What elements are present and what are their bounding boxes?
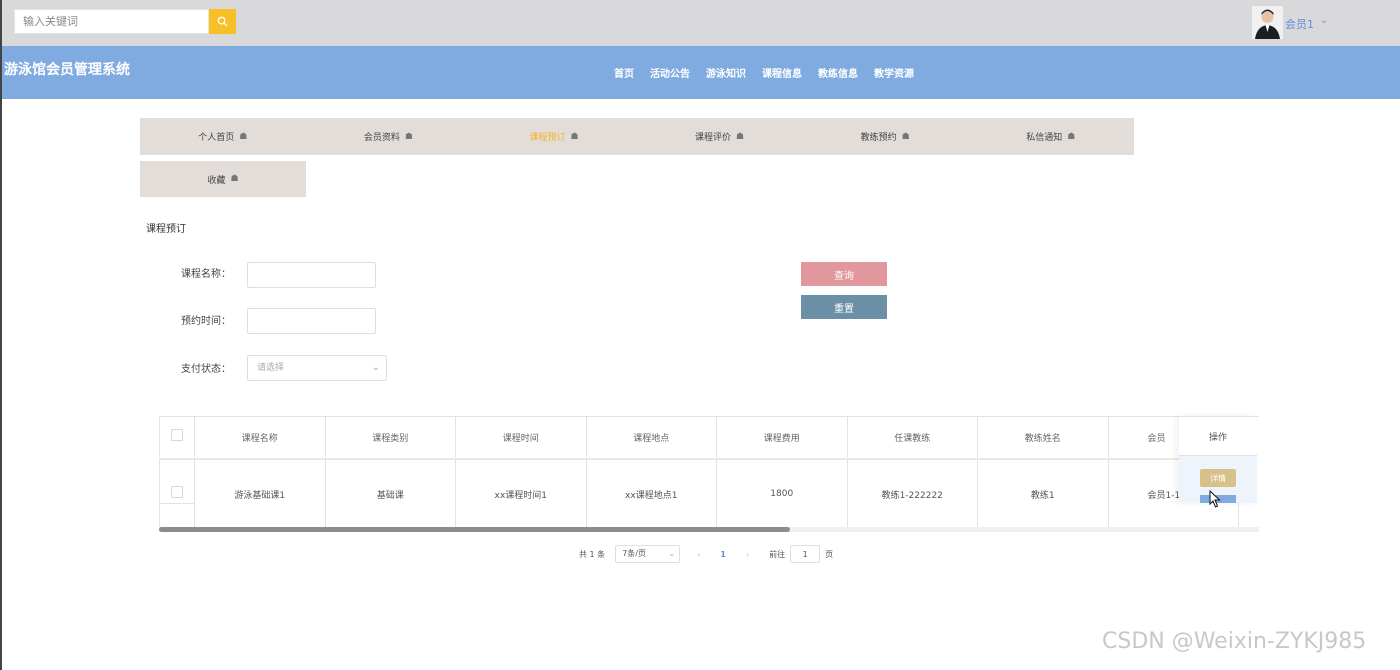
- table-row[interactable]: 游泳基础课1 基础课 xx课程时间1 xx课程地点1 1800 教练1-2222…: [159, 458, 1239, 528]
- chevron-down-icon[interactable]: ⌄: [1320, 15, 1328, 26]
- table-cell: 教练1: [978, 460, 1109, 528]
- column-header: 教练姓名: [978, 417, 1109, 457]
- column-header: 课程名称: [195, 417, 326, 457]
- home-icon: ☗: [239, 131, 248, 142]
- nav-swim-knowledge[interactable]: 游泳知识: [706, 65, 746, 80]
- home-icon: ☗: [1067, 131, 1076, 142]
- home-icon: ☗: [404, 131, 413, 142]
- nav-resources[interactable]: 教学资源: [874, 65, 914, 80]
- page-number[interactable]: 1: [720, 550, 726, 559]
- query-button[interactable]: 查询: [801, 262, 887, 286]
- search-input[interactable]: 输入关键词: [14, 9, 209, 34]
- watermark: CSDN @Weixin-ZYKJ985: [1102, 629, 1367, 654]
- search-button[interactable]: [209, 9, 236, 34]
- tab-label: 课程预订: [529, 133, 566, 143]
- chevron-down-icon: ⌄: [371, 362, 380, 373]
- row-select-cell: [159, 460, 195, 528]
- avatar[interactable]: [1252, 6, 1283, 39]
- page-size-value: 7条/页: [622, 549, 646, 558]
- pay-status-select[interactable]: 请选择 ⌄: [247, 355, 387, 381]
- home-icon: ☗: [736, 131, 745, 142]
- header: 游泳馆会员管理系统 首页 活动公告 游泳知识 课程信息 教练信息 教学资源: [2, 46, 1400, 99]
- reserve-time-input[interactable]: [247, 308, 376, 334]
- tab-coach-booking[interactable]: 教练预约 ☗: [802, 118, 968, 155]
- page-size-select[interactable]: 7条/页 ⌄: [615, 545, 681, 563]
- home-icon: ☗: [901, 131, 910, 142]
- table-cell: xx课程地点1: [587, 460, 717, 528]
- chevron-left-icon[interactable]: ‹: [697, 550, 700, 559]
- search-icon: [217, 16, 228, 27]
- chevron-down-icon: ⌄: [668, 549, 676, 558]
- table-cell: 基础课: [326, 460, 456, 528]
- nav-announcements[interactable]: 活动公告: [650, 65, 690, 80]
- tab-course-review[interactable]: 课程评价 ☗: [637, 118, 803, 155]
- total-count: 共 1 条: [579, 549, 606, 559]
- home-icon: ☗: [230, 174, 239, 184]
- reserve-time-label: 预约时间：: [181, 316, 231, 327]
- tab-messages[interactable]: 私信通知 ☗: [968, 118, 1134, 155]
- column-header: 任课教练: [848, 417, 978, 457]
- select-placeholder: 请选择: [257, 363, 285, 373]
- nav-coaches[interactable]: 教练信息: [818, 65, 858, 80]
- course-name-label: 课程名称：: [181, 269, 231, 280]
- profile-tabs: 个人首页 ☗ 会员资料 ☗ 课程预订 ☗ 课程评价 ☗ 教练预约 ☗ 私信通知 ☗: [140, 118, 1134, 155]
- goto-label: 前往: [769, 549, 786, 559]
- chevron-right-icon[interactable]: ›: [746, 550, 749, 559]
- select-all-checkbox[interactable]: [171, 429, 183, 441]
- table-header: 课程名称 课程类别 课程时间 课程地点 课程费用 任课教练 教练姓名 会员: [159, 417, 1239, 457]
- column-header: 课程费用: [717, 417, 848, 457]
- main-nav: 首页 活动公告 游泳知识 课程信息 教练信息 教学资源: [614, 65, 914, 80]
- site-title: 游泳馆会员管理系统: [4, 62, 130, 78]
- pay-status-label: 支付状态：: [181, 364, 231, 375]
- reset-button[interactable]: 重置: [801, 295, 887, 319]
- top-bar: 输入关键词 会员1 ⌄: [2, 0, 1400, 46]
- column-header: 课程类别: [326, 417, 456, 457]
- table-cell: 游泳基础课1: [195, 460, 326, 528]
- tab-label: 会员资料: [363, 133, 400, 143]
- pagination: 共 1 条 7条/页 ⌄ ‹ 1 › 前往 1 页: [579, 545, 833, 563]
- column-header: 课程地点: [587, 417, 717, 457]
- tab-course-booking[interactable]: 课程预订 ☗: [471, 118, 637, 155]
- course-name-input[interactable]: [247, 262, 376, 288]
- tab-favorites[interactable]: 收藏 ☗: [140, 161, 306, 197]
- table-cell: 1800: [717, 460, 848, 528]
- tab-label: 私信通知: [1026, 133, 1063, 143]
- home-icon: ☗: [570, 131, 579, 142]
- cursor-icon: [1209, 489, 1221, 512]
- column-header: 操作: [1179, 416, 1257, 456]
- nav-home[interactable]: 首页: [614, 65, 634, 80]
- tab-label: 收藏: [207, 175, 226, 186]
- detail-button[interactable]: 详情: [1200, 469, 1236, 487]
- app-frame: 输入关键词 会员1 ⌄ 游泳馆会员管理系统 首页 活动公告 游泳知识 课程信息: [0, 0, 1400, 670]
- nav-courses[interactable]: 课程信息: [762, 65, 802, 80]
- page-unit-label: 页: [825, 549, 834, 559]
- table-cell: 教练1-222222: [848, 460, 978, 528]
- row-checkbox[interactable]: [171, 486, 183, 498]
- tab-profile[interactable]: 会员资料 ☗: [306, 118, 472, 155]
- user-name[interactable]: 会员1: [1285, 16, 1314, 32]
- column-header: 课程时间: [456, 417, 587, 457]
- tab-home[interactable]: 个人首页 ☗: [140, 118, 306, 155]
- tab-label: 教练预约: [860, 133, 897, 143]
- page-title: 课程预订: [146, 224, 186, 235]
- tab-label: 个人首页: [198, 133, 235, 143]
- goto-page-input[interactable]: 1: [790, 545, 821, 563]
- select-all-cell: [159, 417, 195, 457]
- tab-label: 课程评价: [695, 133, 732, 143]
- course-booking-table: 课程名称 课程类别 课程时间 课程地点 课程费用 任课教练 教练姓名 会员 游泳…: [159, 416, 1259, 528]
- scrollbar-thumb[interactable]: [159, 527, 790, 532]
- divider: [159, 503, 195, 504]
- table-cell: xx课程时间1: [456, 460, 587, 528]
